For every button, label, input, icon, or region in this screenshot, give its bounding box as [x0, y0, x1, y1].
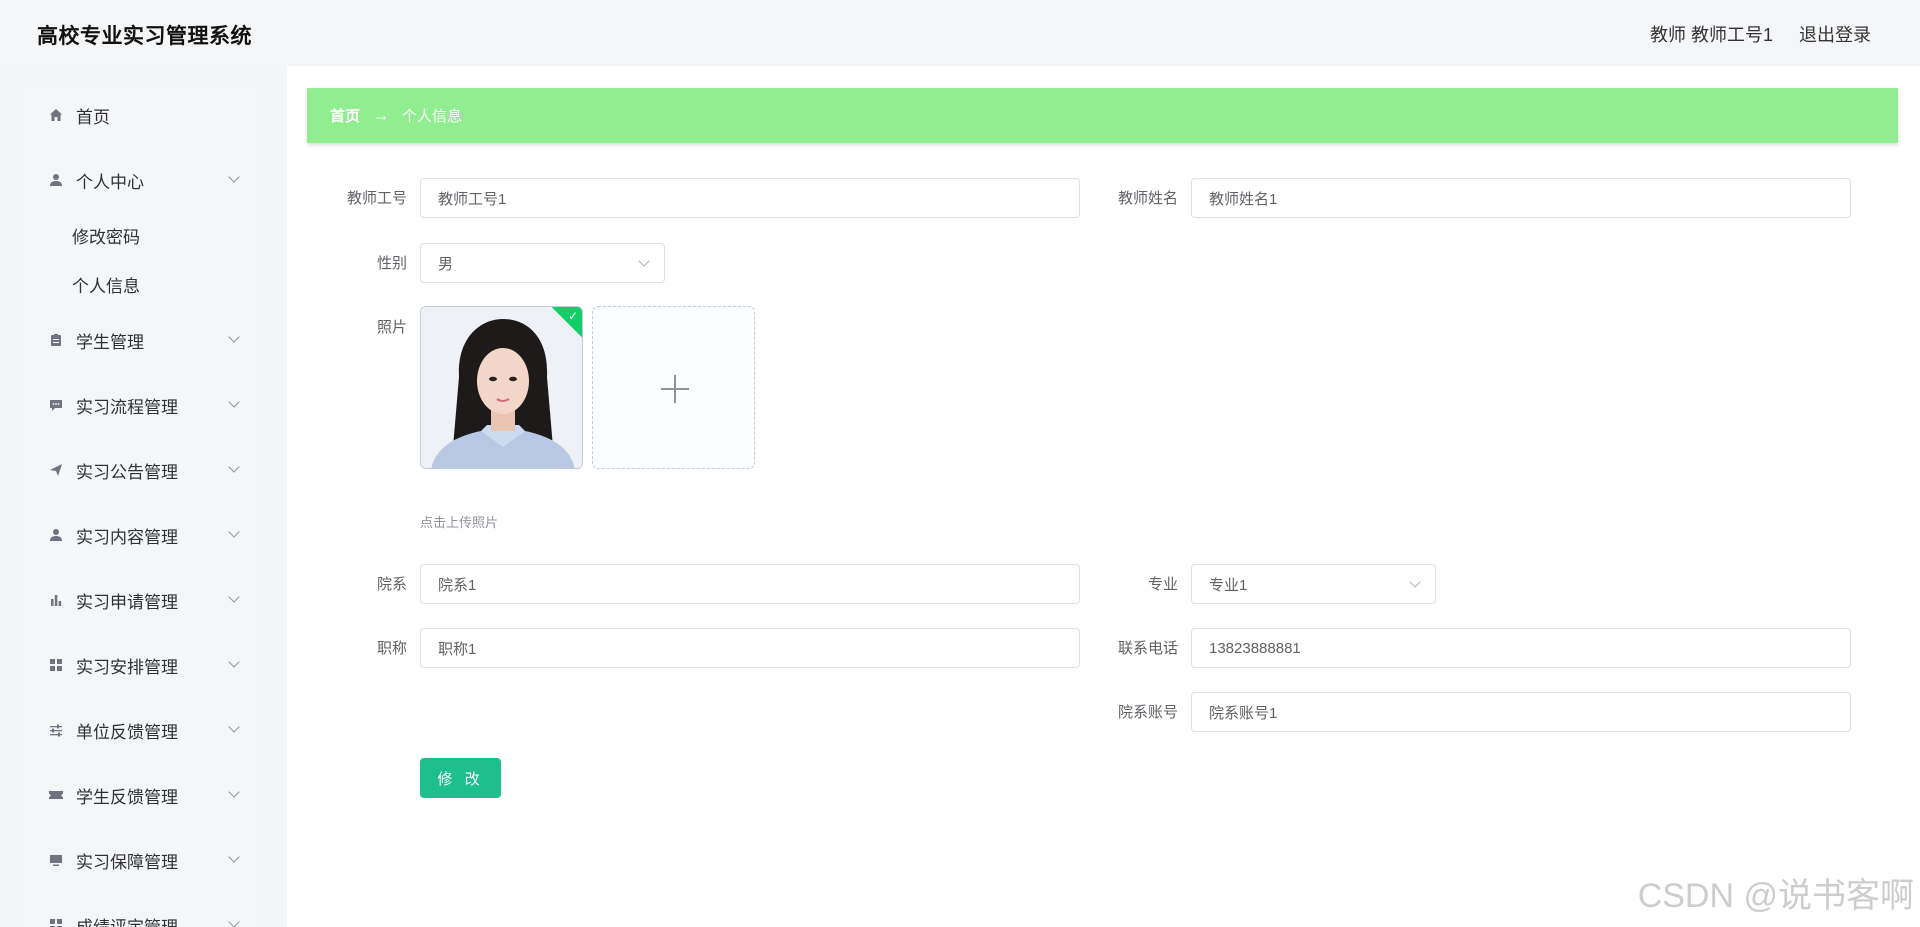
- sidebar-item-grade-management[interactable]: 成绩评定管理: [18, 903, 256, 927]
- dept-account-label: 院系账号: [1117, 704, 1178, 721]
- sidebar-item-label: 学生管理: [76, 332, 144, 352]
- chevron-down-icon: [228, 171, 240, 183]
- sliders-icon: [48, 722, 64, 738]
- sidebar-item-label: 学生反馈管理: [76, 787, 178, 807]
- clipboard-icon: [48, 332, 64, 348]
- upload-photo-button[interactable]: [592, 306, 755, 469]
- home-icon: [48, 107, 64, 123]
- phone-label: 联系电话: [1117, 640, 1178, 657]
- major-select[interactable]: 专业1: [1191, 564, 1436, 604]
- title-value: 职称1: [438, 640, 477, 658]
- sidebar-item-application-management[interactable]: 实习申请管理: [18, 578, 256, 622]
- watermark: CSDN @说书客啊: [1637, 877, 1914, 915]
- sidebar-item-notice-management[interactable]: 实习公告管理: [18, 448, 256, 492]
- chevron-down-icon: [228, 331, 240, 343]
- sidebar-item-content-management[interactable]: 实习内容管理: [18, 513, 256, 557]
- sidebar-item-label: 个人中心: [76, 172, 144, 192]
- plus-icon-vertical: [674, 375, 676, 403]
- teacher-name-field[interactable]: 教师姓名1: [1191, 178, 1851, 218]
- chevron-down-icon: [228, 526, 240, 538]
- sidebar-item-process-management[interactable]: 实习流程管理: [18, 383, 256, 427]
- teacher-name-value: 教师姓名1: [1209, 190, 1278, 208]
- chevron-down-icon: [228, 656, 240, 668]
- teacher-name-label: 教师姓名: [1117, 190, 1178, 207]
- sidebar-item-label: 实习内容管理: [76, 527, 178, 547]
- chevron-down-icon: [228, 396, 240, 408]
- chevron-down-icon: [228, 916, 240, 927]
- chevron-down-icon: [228, 461, 240, 473]
- portrait-image: [421, 307, 582, 468]
- ticket-icon: [48, 787, 64, 803]
- photo-label: 照片: [376, 319, 407, 336]
- user-icon: [48, 527, 64, 543]
- sidebar: 首页 个人中心 修改密码 个人信息 学生管理 实习流程管理 实习公告管理 实习内…: [18, 84, 256, 927]
- title-label: 职称: [376, 640, 407, 657]
- teacher-id-field[interactable]: 教师工号1: [420, 178, 1080, 218]
- department-value: 院系1: [438, 576, 477, 594]
- top-header: 高校专业实习管理系统 教师 教师工号1 退出登录: [0, 0, 1920, 66]
- chevron-down-icon: [228, 786, 240, 798]
- grid-icon: [48, 917, 64, 927]
- sidebar-item-label: 实习申请管理: [76, 592, 178, 612]
- uploaded-photo[interactable]: ✓: [420, 306, 583, 469]
- sidebar-item-label: 实习安排管理: [76, 657, 178, 677]
- phone-field[interactable]: 13823888881: [1191, 628, 1851, 668]
- sidebar-subitem-personal-info[interactable]: 个人信息: [72, 272, 140, 297]
- teacher-id-value: 教师工号1: [438, 190, 507, 208]
- breadcrumb-current: 个人信息: [402, 108, 463, 125]
- sidebar-item-label: 成绩评定管理: [76, 917, 178, 927]
- chat-icon: [48, 397, 64, 413]
- title-field[interactable]: 职称1: [420, 628, 1080, 668]
- chevron-down-icon: [228, 591, 240, 603]
- sidebar-item-personal-center[interactable]: 个人中心: [18, 158, 256, 202]
- main-content: 首页 → 个人信息 教师工号 教师工号1 教师姓名 教师姓名1 性别 男 照片: [287, 66, 1920, 927]
- major-value: 专业1: [1209, 576, 1248, 594]
- chevron-down-icon: [228, 721, 240, 733]
- sidebar-item-guarantee-management[interactable]: 实习保障管理: [18, 838, 256, 882]
- department-field[interactable]: 院系1: [420, 564, 1080, 604]
- teacher-id-label: 教师工号: [346, 190, 407, 207]
- monitor-icon: [48, 852, 64, 868]
- phone-value: 13823888881: [1209, 639, 1301, 657]
- sidebar-item-label: 实习保障管理: [76, 852, 178, 872]
- grid-icon: [48, 657, 64, 673]
- submit-button[interactable]: 修 改: [420, 758, 501, 798]
- upload-tip: 点击上传照片: [420, 515, 499, 530]
- send-icon: [48, 462, 64, 478]
- sidebar-item-arrangement-management[interactable]: 实习安排管理: [18, 643, 256, 687]
- gender-select[interactable]: 男: [420, 243, 665, 283]
- sidebar-item-label: 实习公告管理: [76, 462, 178, 482]
- sidebar-subitem-change-password[interactable]: 修改密码: [72, 223, 140, 248]
- breadcrumb: 首页 → 个人信息: [307, 88, 1898, 143]
- sidebar-item-student-management[interactable]: 学生管理: [18, 318, 256, 362]
- sidebar-item-student-feedback-management[interactable]: 学生反馈管理: [18, 773, 256, 817]
- header-user-area: 教师 教师工号1 退出登录: [1650, 21, 1871, 47]
- sidebar-item-label: 首页: [76, 107, 110, 127]
- app-title: 高校专业实习管理系统: [37, 25, 252, 48]
- dept-account-field[interactable]: 院系账号1: [1191, 692, 1851, 732]
- chevron-down-icon: [228, 851, 240, 863]
- sidebar-item-unit-feedback-management[interactable]: 单位反馈管理: [18, 708, 256, 752]
- dept-account-value: 院系账号1: [1209, 704, 1278, 722]
- gender-value: 男: [438, 255, 454, 273]
- department-label: 院系: [376, 576, 407, 593]
- logout-link[interactable]: 退出登录: [1799, 21, 1871, 47]
- sidebar-item-home[interactable]: 首页: [18, 93, 256, 137]
- chevron-down-icon: [638, 255, 650, 267]
- sidebar-item-label: 实习流程管理: [76, 397, 178, 417]
- check-icon: ✓: [567, 309, 578, 323]
- user-icon: [48, 172, 64, 188]
- bar-chart-icon: [48, 592, 64, 608]
- sidebar-item-label: 单位反馈管理: [76, 722, 178, 742]
- breadcrumb-home[interactable]: 首页: [330, 105, 360, 126]
- arrow-right-icon: →: [372, 105, 391, 125]
- chevron-down-icon: [1409, 576, 1421, 588]
- gender-label: 性别: [376, 255, 407, 272]
- current-user: 教师 教师工号1: [1649, 25, 1773, 45]
- major-label: 专业: [1147, 576, 1178, 593]
